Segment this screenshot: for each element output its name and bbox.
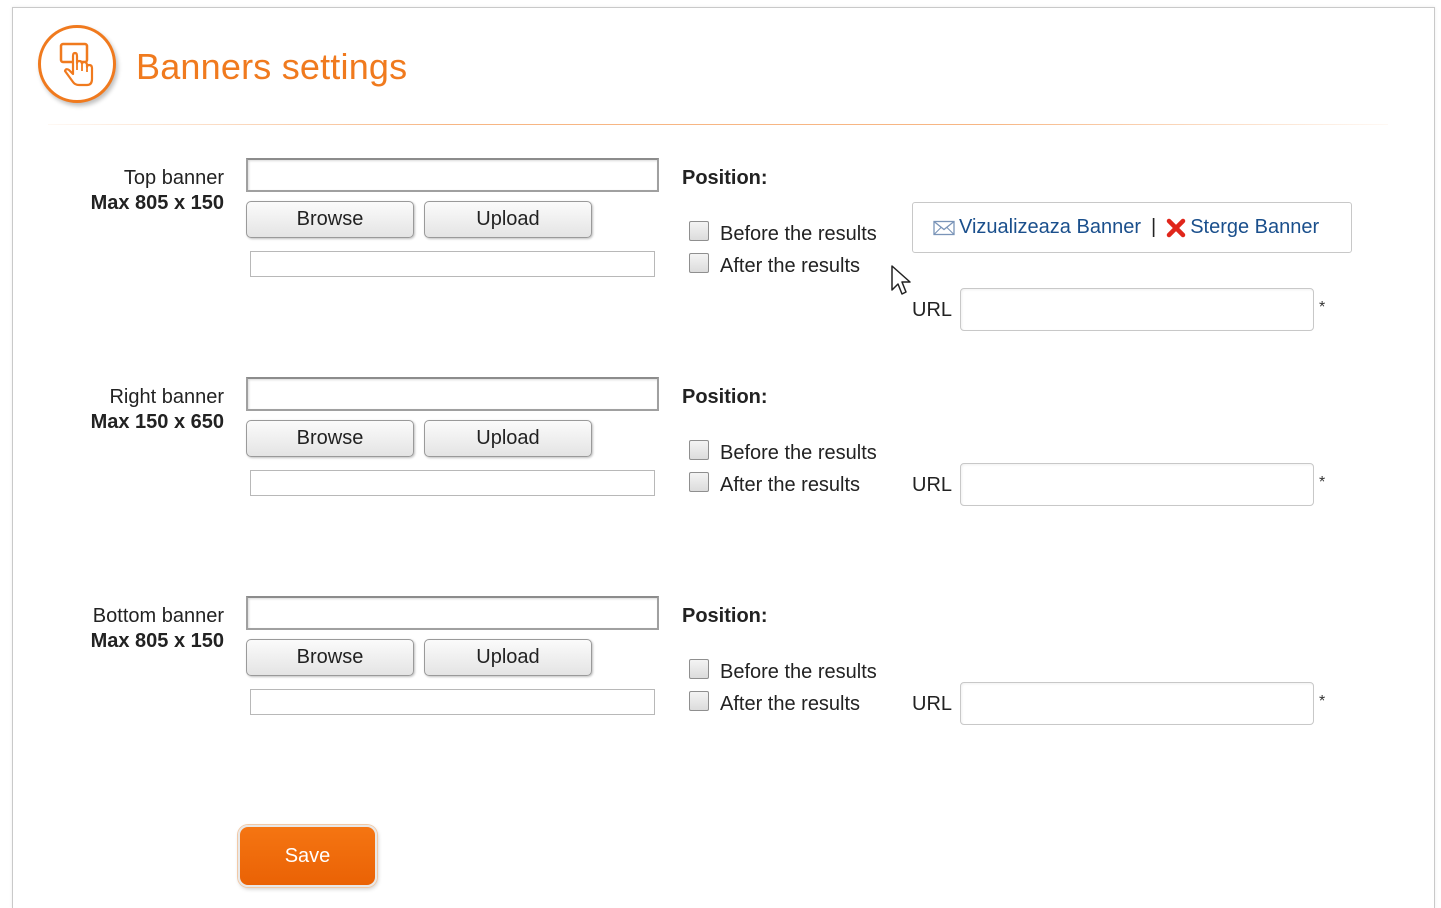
browse-button[interactable]: Browse [246,639,414,676]
banner-actions-box: Vizualizeaza Banner | Sterge Banner [912,202,1352,253]
delete-banner-link[interactable]: Sterge Banner [1190,216,1319,239]
upload-button[interactable]: Upload [424,639,592,676]
after-results-label: After the results [720,255,861,277]
banner-name-label: Right banner [109,386,224,408]
before-results-checkbox[interactable] [689,440,709,460]
before-results-label: Before the results [720,442,877,464]
banner-max-size: Max 150 x 650 [90,411,224,433]
url-label: URL [912,693,953,715]
save-button[interactable]: Save [238,825,377,887]
before-results-checkbox[interactable] [689,659,709,679]
after-results-label: After the results [720,474,861,496]
hand-pointer-icon [38,25,116,103]
before-results-label: Before the results [720,223,877,245]
browse-button[interactable]: Browse [246,420,414,457]
after-results-checkbox[interactable] [689,253,709,273]
after-results-label: After the results [720,693,861,715]
after-results-checkbox[interactable] [689,472,709,492]
before-results-checkbox[interactable] [689,221,709,241]
file-input[interactable] [246,596,659,630]
file-path-field[interactable] [250,251,655,277]
required-marker: * [1319,474,1326,491]
banner-max-size: Max 805 x 150 [90,630,224,652]
url-input[interactable] [960,682,1314,725]
file-path-field[interactable] [250,470,655,496]
right-banner-section: Right banner Max 150 x 650 Browse Upload… [0,377,1441,586]
envelope-icon [933,220,955,236]
banner-name-label: Bottom banner [92,605,224,627]
url-input[interactable] [960,463,1314,506]
position-label: Position: [682,167,768,189]
view-banner-link[interactable]: Vizualizeaza Banner [959,216,1141,239]
after-results-checkbox[interactable] [689,691,709,711]
page-title: Banners settings [136,46,408,87]
title-divider [48,124,1388,125]
position-label: Position: [682,386,768,408]
browse-button[interactable]: Browse [246,201,414,238]
required-marker: * [1319,299,1326,316]
file-input[interactable] [246,158,659,192]
before-results-label: Before the results [720,661,877,683]
url-input[interactable] [960,288,1314,331]
link-separator: | [1150,216,1157,238]
file-path-field[interactable] [250,689,655,715]
top-banner-section: Top banner Max 805 x 150 Browse Upload P… [0,158,1441,367]
required-marker: * [1319,693,1326,710]
red-x-icon [1166,218,1186,238]
bottom-banner-section: Bottom banner Max 805 x 150 Browse Uploa… [0,596,1441,805]
file-input[interactable] [246,377,659,411]
url-label: URL [912,474,953,496]
banner-max-size: Max 805 x 150 [90,192,224,214]
upload-button[interactable]: Upload [424,420,592,457]
mouse-cursor-icon [890,264,912,303]
upload-button[interactable]: Upload [424,201,592,238]
url-label: URL [912,299,953,321]
banner-name-label: Top banner [123,167,224,189]
position-label: Position: [682,605,768,627]
